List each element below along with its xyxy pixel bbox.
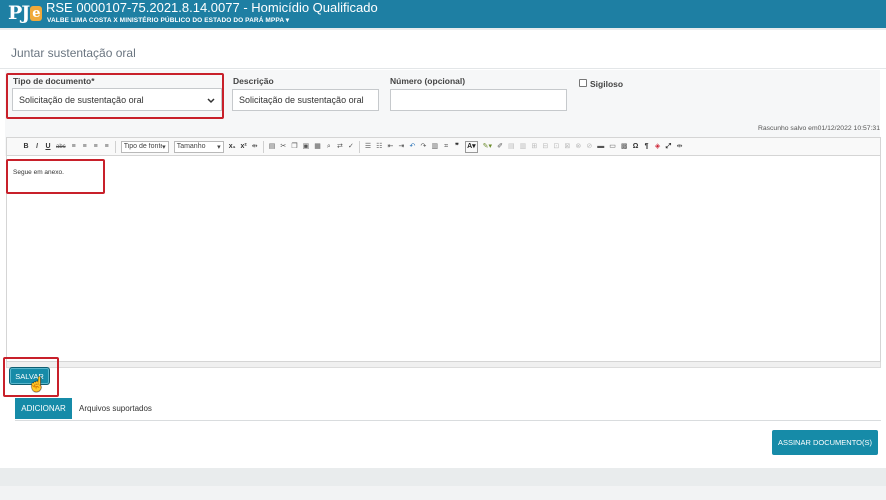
editor-toolbar: B I U abc ≡ ≡ ≡ ≡ Tipo de fonte ▾ Tamanho…: [6, 137, 881, 156]
toolbar-separator: [262, 140, 264, 153]
font-size-select[interactable]: Tamanho ▾: [173, 140, 224, 153]
main-card: Juntar sustentação oral Tipo de document…: [0, 30, 886, 468]
divider: [15, 420, 881, 421]
descricao-label: Descrição: [233, 76, 274, 86]
image-icon[interactable]: ▩: [621, 142, 628, 152]
logo-accent: e: [30, 6, 42, 21]
paste-text-icon[interactable]: ▤: [269, 142, 276, 152]
adicionar-button[interactable]: ADICIONAR: [15, 398, 72, 419]
highlight-tipo-documento: [6, 73, 224, 119]
superscript-button[interactable]: x²: [240, 142, 246, 152]
descricao-input[interactable]: Solicitação de sustentação oral: [232, 89, 379, 111]
underline-button[interactable]: U: [45, 142, 51, 152]
clear-format-icon[interactable]: ◈: [655, 142, 661, 152]
logo-text: PJ: [8, 2, 30, 24]
delete-table-icon[interactable]: ⊘: [586, 142, 592, 152]
paste-word-icon[interactable]: ▦: [314, 142, 321, 152]
align-justify-icon[interactable]: ≡: [104, 142, 110, 152]
outdent-icon[interactable]: ⇤: [387, 142, 394, 152]
merge-cells-icon[interactable]: ⊞: [531, 142, 537, 152]
italic-button[interactable]: I: [34, 142, 40, 152]
process-title: RSE 0000107-75.2021.8.14.0077 - Homicídi…: [46, 0, 378, 15]
horizontal-rule-icon[interactable]: ▬: [597, 142, 604, 152]
remove-format-icon[interactable]: ⇹: [252, 142, 258, 152]
subscript-button[interactable]: x₁: [229, 142, 236, 152]
highlight-color-icon[interactable]: ✎▾: [483, 142, 492, 152]
bold-button[interactable]: B: [23, 142, 29, 152]
arquivos-suportados-link[interactable]: Arquivos suportados: [79, 404, 152, 413]
find-icon[interactable]: ⌕: [326, 142, 332, 152]
align-left-icon[interactable]: ≡: [71, 142, 77, 152]
parties-text: VALBE LIMA COSTA X MINISTÉRIO PÚBLICO DO…: [47, 17, 284, 24]
text-color-icon[interactable]: A▾: [465, 140, 478, 153]
pje-logo[interactable]: PJ e: [8, 2, 42, 24]
toolbar-separator: [114, 140, 116, 153]
cell-props-icon[interactable]: ⊡: [553, 142, 559, 152]
table-row-icon[interactable]: ▤: [508, 142, 515, 152]
spellcheck-icon[interactable]: ✓: [348, 142, 354, 152]
undo-icon[interactable]: ↶: [409, 142, 416, 152]
delete-col-icon[interactable]: ⊗: [575, 142, 581, 152]
font-size-label: Tamanho: [176, 143, 206, 150]
numero-input[interactable]: [390, 89, 567, 111]
table-icon[interactable]: ▥: [431, 142, 438, 152]
editor-area[interactable]: Segue em anexo.: [6, 156, 881, 362]
page-title: Juntar sustentação oral: [11, 46, 136, 60]
bottom-bar: [0, 486, 886, 500]
bulleted-list-icon[interactable]: ☰: [365, 142, 371, 152]
app-header: PJ e RSE 0000107-75.2021.8.14.0077 - Homi…: [0, 0, 886, 28]
special-char-icon[interactable]: Ω: [633, 142, 639, 152]
divider: [0, 68, 886, 69]
paste-icon[interactable]: ▣: [303, 142, 310, 152]
fullscreen-icon[interactable]: ⤢: [666, 142, 672, 152]
redo-icon[interactable]: ↷: [420, 142, 427, 152]
source-icon[interactable]: ⇹: [677, 142, 683, 152]
sigiloso-label: Sigiloso: [590, 79, 624, 89]
replace-icon[interactable]: ⇄: [337, 142, 343, 152]
align-center-icon[interactable]: ≡: [82, 142, 88, 152]
font-type-label: Tipo de fonte: [123, 143, 163, 150]
page-break-icon[interactable]: ▭: [609, 142, 616, 152]
font-type-select[interactable]: Tipo de fonte ▾: [120, 140, 169, 153]
toolbar-separator: [358, 140, 360, 153]
split-cells-icon[interactable]: ⊟: [542, 142, 548, 152]
cut-icon[interactable]: ✂: [280, 142, 286, 152]
table-col-icon[interactable]: ▥: [520, 142, 527, 152]
numbered-list-icon[interactable]: ☷: [376, 142, 382, 152]
copy-icon[interactable]: ❐: [291, 142, 297, 152]
show-blocks-icon[interactable]: ¶: [644, 142, 650, 152]
caret-down-icon: ▾: [285, 17, 290, 24]
highlight-salvar: [3, 357, 59, 397]
align-right-icon[interactable]: ≡: [93, 142, 99, 152]
editor-footer: [6, 362, 881, 368]
autosave-status: Rascunho salvo em01/12/2022 10:57:31: [757, 125, 880, 132]
process-parties-dropdown[interactable]: VALBE LIMA COSTA X MINISTÉRIO PÚBLICO DO…: [47, 16, 289, 24]
indent-icon[interactable]: ⇥: [398, 142, 405, 152]
numero-label: Número (opcional): [390, 76, 466, 86]
sigiloso-checkbox[interactable]: [579, 79, 587, 87]
delete-row-icon[interactable]: ⊠: [564, 142, 570, 152]
blockquote-icon[interactable]: ❞: [454, 142, 460, 152]
format-painter-icon[interactable]: ⌗: [443, 142, 449, 152]
strikethrough-button[interactable]: abc: [56, 142, 66, 152]
assinar-documento-button[interactable]: ASSINAR DOCUMENTO(S): [772, 430, 878, 455]
highlight-editor-content: [6, 159, 105, 194]
edit-icon[interactable]: ✐: [497, 142, 503, 152]
